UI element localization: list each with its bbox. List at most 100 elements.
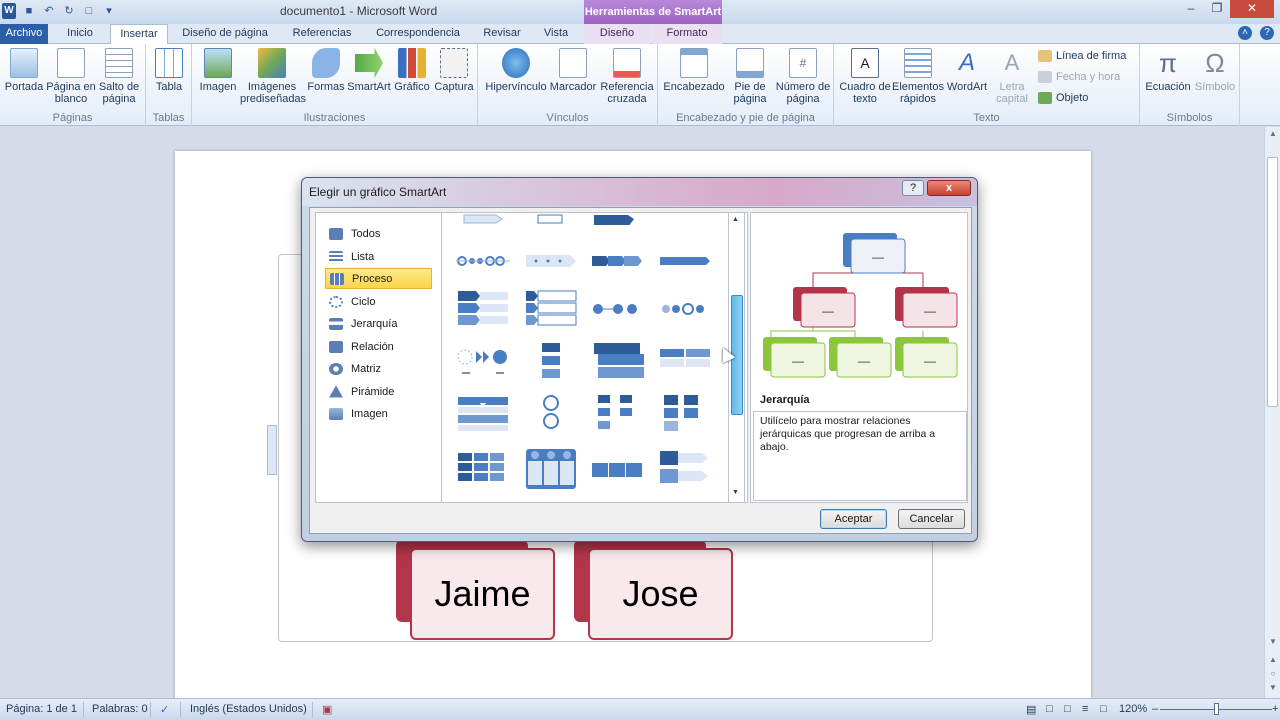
scroll-down-icon[interactable]: ▼ bbox=[1267, 637, 1279, 647]
layout-thumbnail[interactable] bbox=[590, 341, 644, 381]
category-piramide[interactable]: Pirámide bbox=[325, 381, 432, 402]
ecuacion-button[interactable]: π Ecuación bbox=[1144, 48, 1192, 93]
category-imagen[interactable]: Imagen bbox=[325, 403, 432, 424]
salto-pagina-button[interactable]: Salto de página bbox=[96, 48, 142, 105]
dialog-close-button[interactable]: x bbox=[927, 180, 971, 196]
zoom-slider-knob[interactable] bbox=[1214, 703, 1219, 715]
text-pane-toggle[interactable] bbox=[267, 425, 277, 475]
node-text[interactable]: Jose bbox=[588, 548, 733, 640]
smartart-node[interactable]: Jaime bbox=[396, 540, 555, 640]
layout-thumbnail[interactable] bbox=[590, 235, 644, 275]
objeto-button[interactable]: Objeto bbox=[1038, 92, 1088, 104]
tab-diseno-smartart[interactable]: Diseño bbox=[584, 24, 650, 44]
save-icon[interactable]: ■ bbox=[22, 4, 36, 18]
smartart-node[interactable]: Jose bbox=[574, 540, 733, 640]
accept-button[interactable]: Aceptar bbox=[820, 509, 887, 529]
new-document-icon[interactable]: □ bbox=[82, 4, 96, 18]
portada-button[interactable]: Portada bbox=[2, 48, 46, 93]
restore-icon[interactable]: ❐ bbox=[1204, 0, 1230, 18]
imagen-button[interactable]: Imagen bbox=[196, 48, 240, 93]
layout-thumbnail[interactable] bbox=[590, 393, 644, 433]
layout-thumbnail[interactable] bbox=[524, 213, 578, 225]
full-screen-icon[interactable]: □ bbox=[1046, 703, 1053, 715]
minimize-icon[interactable]: – bbox=[1178, 0, 1204, 18]
undo-icon[interactable]: ↶ bbox=[42, 4, 56, 18]
layout-thumbnail[interactable] bbox=[524, 341, 578, 381]
tab-inicio[interactable]: Inicio bbox=[56, 24, 104, 44]
customize-qat-icon[interactable]: ▾ bbox=[102, 4, 116, 18]
marcador-button[interactable]: Marcador bbox=[548, 48, 598, 93]
numero-pagina-button[interactable]: # Número de página bbox=[774, 48, 832, 105]
layout-thumbnail[interactable] bbox=[456, 393, 510, 433]
help-icon[interactable]: ? bbox=[1260, 26, 1274, 40]
encabezado-button[interactable]: Encabezado bbox=[662, 48, 726, 93]
category-ciclo[interactable]: Ciclo bbox=[325, 291, 432, 312]
close-window-icon[interactable]: ✕ bbox=[1230, 0, 1274, 18]
layout-thumbnail[interactable] bbox=[456, 235, 510, 275]
hipervinculo-button[interactable]: Hipervínculo bbox=[484, 48, 548, 93]
layout-thumbnail[interactable] bbox=[524, 289, 578, 329]
dialog-help-button[interactable]: ? bbox=[902, 180, 924, 196]
language[interactable]: Inglés (Estados Unidos) bbox=[190, 703, 307, 715]
captura-button[interactable]: Captura bbox=[432, 48, 476, 93]
tab-correspondencia[interactable]: Correspondencia bbox=[370, 24, 466, 44]
layout-thumbnail[interactable] bbox=[524, 449, 578, 489]
layout-thumbnail[interactable] bbox=[456, 213, 510, 225]
tab-vista[interactable]: Vista bbox=[534, 24, 578, 44]
grafico-button[interactable]: Gráfico bbox=[392, 48, 432, 93]
zoom-out-icon[interactable]: – bbox=[1152, 703, 1158, 715]
tab-insertar[interactable]: Insertar bbox=[110, 24, 168, 45]
referencia-cruzada-button[interactable]: Referencia cruzada bbox=[598, 48, 656, 105]
scroll-up-icon[interactable]: ▲ bbox=[1267, 129, 1279, 139]
linea-firma-button[interactable]: Línea de firma bbox=[1038, 50, 1126, 62]
gallery-scroll-down-icon[interactable]: ▼ bbox=[732, 489, 739, 496]
prev-page-icon[interactable]: ▲ bbox=[1267, 655, 1279, 665]
smartart-button[interactable]: SmartArt bbox=[346, 48, 392, 93]
browse-object-icon[interactable]: ○ bbox=[1267, 669, 1279, 679]
next-page-icon[interactable]: ▼ bbox=[1267, 683, 1279, 693]
category-lista[interactable]: Lista bbox=[325, 246, 432, 267]
minimize-ribbon-icon[interactable]: ˄ bbox=[1238, 26, 1252, 40]
tab-archivo[interactable]: Archivo bbox=[0, 24, 48, 44]
draft-icon[interactable]: □ bbox=[1100, 703, 1107, 715]
vertical-scrollbar[interactable]: ▲ ▼ ▲ ○ ▼ bbox=[1264, 127, 1280, 698]
category-todos[interactable]: Todos bbox=[325, 223, 432, 244]
redo-icon[interactable]: ↻ bbox=[62, 4, 76, 18]
layout-thumbnail[interactable] bbox=[658, 235, 712, 275]
layout-thumbnail[interactable] bbox=[456, 449, 510, 489]
simbolo-button[interactable]: Ω Símbolo bbox=[1192, 48, 1238, 93]
layout-thumbnail[interactable] bbox=[658, 341, 712, 381]
category-jerarquia[interactable]: Jerarquía bbox=[325, 313, 432, 334]
tab-diseno-pagina[interactable]: Diseño de página bbox=[176, 24, 274, 44]
proofing-icon[interactable]: ✓ bbox=[160, 703, 169, 716]
layout-thumbnail[interactable] bbox=[590, 213, 644, 227]
macro-record-icon[interactable]: ▣ bbox=[322, 703, 332, 716]
tab-revisar[interactable]: Revisar bbox=[476, 24, 528, 44]
web-layout-icon[interactable]: □ bbox=[1064, 703, 1071, 715]
outline-icon[interactable]: ≡ bbox=[1082, 703, 1088, 715]
cancel-button[interactable]: Cancelar bbox=[898, 509, 965, 529]
category-proceso[interactable]: Proceso bbox=[325, 268, 432, 289]
category-matriz[interactable]: Matriz bbox=[325, 358, 432, 379]
layout-thumbnail[interactable] bbox=[590, 289, 644, 329]
layout-thumbnail[interactable] bbox=[524, 393, 578, 433]
zoom-in-icon[interactable]: + bbox=[1272, 703, 1278, 715]
scroll-thumb[interactable] bbox=[1267, 157, 1278, 407]
category-relacion[interactable]: Relación bbox=[325, 336, 432, 357]
zoom-level[interactable]: 120% bbox=[1119, 703, 1147, 715]
pagina-blanco-button[interactable]: Página en blanco bbox=[46, 48, 96, 105]
word-app-icon[interactable]: W bbox=[2, 3, 16, 19]
tab-referencias[interactable]: Referencias bbox=[284, 24, 360, 44]
layout-thumbnail[interactable] bbox=[590, 449, 644, 489]
word-count[interactable]: Palabras: 0 bbox=[92, 703, 148, 715]
tab-formato[interactable]: Formato bbox=[652, 24, 722, 44]
print-layout-icon[interactable]: ▤ bbox=[1026, 703, 1036, 716]
pie-pagina-button[interactable]: Pie de página bbox=[726, 48, 774, 105]
cuadro-texto-button[interactable]: A Cuadro de texto bbox=[838, 48, 892, 105]
elementos-rapidos-button[interactable]: Elementos rápidos bbox=[892, 48, 944, 105]
layout-thumbnail[interactable] bbox=[658, 449, 712, 489]
layout-thumbnail[interactable] bbox=[658, 289, 712, 329]
formas-button[interactable]: Formas bbox=[306, 48, 346, 93]
tabla-button[interactable]: Tabla bbox=[150, 48, 188, 93]
gallery-scroll-up-icon[interactable]: ▲ bbox=[732, 216, 739, 223]
